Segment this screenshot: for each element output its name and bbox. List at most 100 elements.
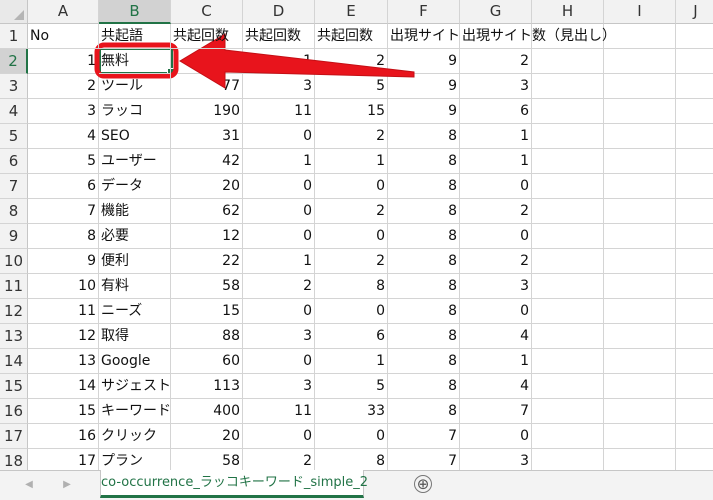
cell-j3[interactable] (676, 74, 713, 99)
cell-a12[interactable]: 11 (28, 299, 99, 324)
next-sheet-icon[interactable]: ▶ (60, 478, 74, 492)
cell-b18[interactable]: プラン (99, 449, 171, 470)
cell-c13[interactable]: 88 (171, 324, 243, 349)
cell-c11[interactable]: 58 (171, 274, 243, 299)
cell-i15[interactable] (604, 374, 676, 399)
cell-i3[interactable] (604, 74, 676, 99)
cell-e9[interactable]: 0 (315, 224, 388, 249)
cell-e1[interactable]: 共起回数 (315, 24, 388, 49)
cell-d5[interactable]: 0 (243, 124, 315, 149)
cell-j10[interactable] (676, 249, 713, 274)
cell-j9[interactable] (676, 224, 713, 249)
prev-sheet-icon[interactable]: ◀ (22, 478, 36, 492)
cell-f15[interactable]: 8 (388, 374, 460, 399)
row-header-14[interactable]: 14 (0, 349, 28, 374)
cell-f5[interactable]: 8 (388, 124, 460, 149)
cell-a14[interactable]: 13 (28, 349, 99, 374)
cell-c18[interactable]: 58 (171, 449, 243, 470)
cell-b17[interactable]: クリック (99, 424, 171, 449)
cell-f18[interactable]: 7 (388, 449, 460, 470)
cell-a15[interactable]: 14 (28, 374, 99, 399)
cell-g12[interactable]: 0 (460, 299, 532, 324)
cell-h8[interactable] (532, 199, 604, 224)
column-header-a[interactable]: A (28, 0, 99, 24)
cell-a7[interactable]: 6 (28, 174, 99, 199)
cell-f3[interactable]: 9 (388, 74, 460, 99)
cell-f2[interactable]: 9 (388, 49, 460, 74)
cell-c15[interactable]: 113 (171, 374, 243, 399)
cell-e4[interactable]: 15 (315, 99, 388, 124)
cell-j12[interactable] (676, 299, 713, 324)
cell-j11[interactable] (676, 274, 713, 299)
cell-c12[interactable]: 15 (171, 299, 243, 324)
cell-a1[interactable]: No (28, 24, 99, 49)
row-header-5[interactable]: 5 (0, 124, 28, 149)
cell-h17[interactable] (532, 424, 604, 449)
cell-h4[interactable] (532, 99, 604, 124)
cell-e10[interactable]: 2 (315, 249, 388, 274)
cell-a2[interactable]: 1 (28, 49, 99, 74)
cell-h6[interactable] (532, 149, 604, 174)
cell-i2[interactable] (604, 49, 676, 74)
cell-e6[interactable]: 1 (315, 149, 388, 174)
cell-i14[interactable] (604, 349, 676, 374)
cell-a6[interactable]: 5 (28, 149, 99, 174)
cell-e12[interactable]: 0 (315, 299, 388, 324)
cell-b13[interactable]: 取得 (99, 324, 171, 349)
cell-e3[interactable]: 5 (315, 74, 388, 99)
cell-g17[interactable]: 0 (460, 424, 532, 449)
cell-g1[interactable]: 出現サイト数（見出し） (460, 24, 616, 49)
sheet-tab[interactable]: co-occurrence_ラッコキーワード_simple_2 (100, 470, 368, 498)
cell-d17[interactable]: 0 (243, 424, 315, 449)
column-header-e[interactable]: E (315, 0, 388, 24)
cell-j14[interactable] (676, 349, 713, 374)
cell-b3[interactable]: ツール (99, 74, 171, 99)
cell-b14[interactable]: Google (99, 349, 171, 374)
spreadsheet-grid[interactable]: ABCDEFGHIJ1No共起語共起回数共起回数共起回数出現サイト数出現サイト数… (0, 0, 713, 470)
cell-j17[interactable] (676, 424, 713, 449)
cell-g10[interactable]: 2 (460, 249, 532, 274)
cell-f13[interactable]: 8 (388, 324, 460, 349)
cell-d2[interactable]: 1 (243, 49, 315, 74)
cell-f9[interactable]: 8 (388, 224, 460, 249)
cell-j8[interactable] (676, 199, 713, 224)
cell-g18[interactable]: 3 (460, 449, 532, 470)
cell-h9[interactable] (532, 224, 604, 249)
cell-g5[interactable]: 1 (460, 124, 532, 149)
cell-i5[interactable] (604, 124, 676, 149)
cell-a13[interactable]: 12 (28, 324, 99, 349)
cell-i16[interactable] (604, 399, 676, 424)
cell-b16[interactable]: キーワード (99, 399, 171, 424)
cell-f4[interactable]: 9 (388, 99, 460, 124)
cell-c2[interactable]: 53 (171, 49, 243, 74)
column-header-f[interactable]: F (388, 0, 460, 24)
column-header-i[interactable]: I (604, 0, 676, 24)
cell-h12[interactable] (532, 299, 604, 324)
cell-a11[interactable]: 10 (28, 274, 99, 299)
cell-i6[interactable] (604, 149, 676, 174)
cell-g7[interactable]: 0 (460, 174, 532, 199)
cell-c7[interactable]: 20 (171, 174, 243, 199)
cell-f6[interactable]: 8 (388, 149, 460, 174)
cell-j18[interactable] (676, 449, 713, 470)
cell-e8[interactable]: 2 (315, 199, 388, 224)
cell-j5[interactable] (676, 124, 713, 149)
cell-c16[interactable]: 400 (171, 399, 243, 424)
column-header-b[interactable]: B (99, 0, 171, 24)
column-header-c[interactable]: C (171, 0, 243, 24)
cell-d16[interactable]: 11 (243, 399, 315, 424)
cell-g9[interactable]: 0 (460, 224, 532, 249)
cell-e13[interactable]: 6 (315, 324, 388, 349)
row-header-6[interactable]: 6 (0, 149, 28, 174)
cell-g13[interactable]: 4 (460, 324, 532, 349)
cell-c6[interactable]: 42 (171, 149, 243, 174)
cell-h13[interactable] (532, 324, 604, 349)
cell-b5[interactable]: SEO (99, 124, 171, 149)
cell-d10[interactable]: 1 (243, 249, 315, 274)
cell-h18[interactable] (532, 449, 604, 470)
cell-j13[interactable] (676, 324, 713, 349)
cell-d11[interactable]: 2 (243, 274, 315, 299)
cell-e17[interactable]: 0 (315, 424, 388, 449)
column-header-d[interactable]: D (243, 0, 315, 24)
row-header-1[interactable]: 1 (0, 24, 28, 49)
